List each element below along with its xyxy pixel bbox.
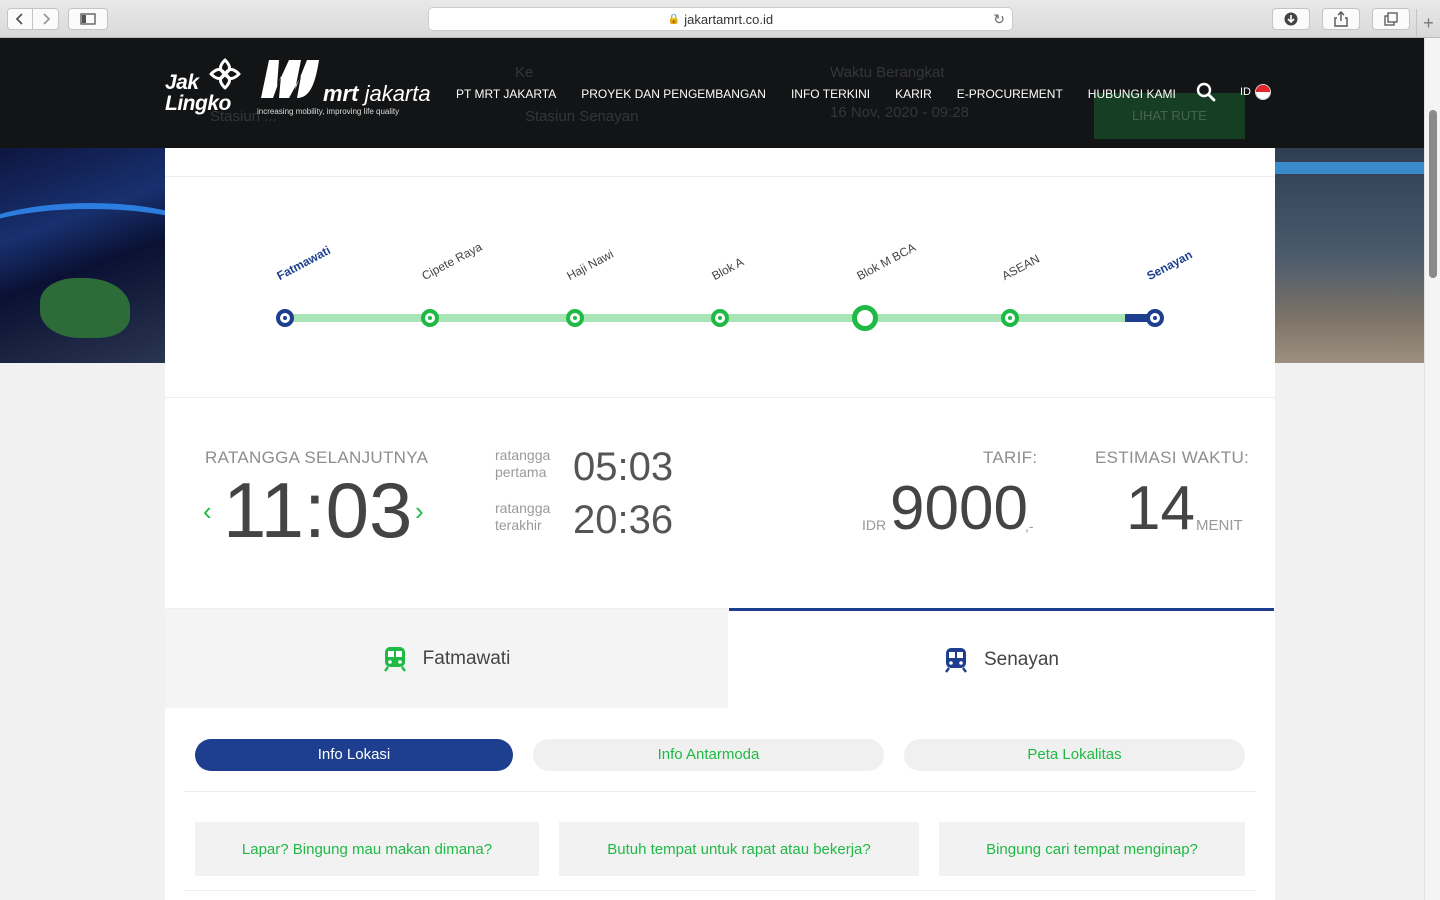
share-icon [1334, 11, 1348, 27]
tab-senayan[interactable]: Senayan [729, 608, 1274, 708]
page-scrollbar[interactable] [1424, 38, 1440, 900]
address-bar[interactable]: 🔒 jakartamrt.co.id ↻ [428, 7, 1013, 31]
chevron-left-icon [15, 13, 23, 25]
mrt-logo-text: mrt jakarta [323, 81, 431, 106]
station-label-asean[interactable]: ASEAN [999, 252, 1041, 283]
language-switcher[interactable]: ID [1240, 84, 1271, 100]
route-line: Fatmawati Cipete Raya Haji Nawi Blok A B… [165, 177, 1275, 397]
tab-senayan-label: Senayan [983, 648, 1059, 670]
station-node-fatmawati[interactable] [276, 309, 294, 327]
train-icon [383, 646, 406, 672]
lock-icon: 🔒 [667, 13, 681, 25]
url-text: jakartamrt.co.id [684, 11, 774, 27]
tab-fatmawati-label: Fatmawati [422, 647, 511, 669]
station-node-senayan[interactable] [1146, 309, 1164, 327]
tab-peta-lokalitas[interactable]: Peta Lokalitas [904, 739, 1245, 771]
jaklingko-emblem-icon [209, 58, 241, 90]
last-train-label: ratangga terakhir [495, 500, 551, 533]
mrt-jakarta-logo[interactable]: mrt jakarta increasing mobility, improvi… [257, 56, 431, 122]
history-nav [7, 8, 59, 30]
last-train-time: 20:36 [573, 498, 674, 542]
next-train-time: 11:03 [223, 466, 413, 554]
station-label-senayan[interactable]: Senayan [1144, 247, 1194, 283]
station-node-blok-m-bca[interactable] [852, 305, 878, 331]
mrt-emblem-icon [261, 60, 319, 98]
info-tabs: Info Lokasi Info Antarmoda Peta Lokalita… [165, 708, 1275, 792]
menu-item-info-terkini[interactable]: INFO TERKINI [791, 87, 870, 101]
question-food[interactable]: Lapar? Bingung mau makan dimana? [195, 822, 539, 876]
download-icon [1284, 12, 1298, 26]
route-card: Fatmawati Cipete Raya Haji Nawi Blok A B… [165, 148, 1275, 900]
tabs-overview-button[interactable] [1372, 8, 1410, 30]
jaklingko-logo-line2: Lingko [165, 92, 231, 115]
first-train-label: ratangga pertama [495, 447, 551, 480]
jaklingko-logo-line1: Jak [165, 71, 199, 94]
site-header: Ke Stasiun ... Stasiun Senayan Waktu Ber… [0, 38, 1424, 148]
station-label-cipete-raya[interactable]: Cipete Raya [419, 240, 484, 283]
jaklingko-logo[interactable]: Jak Lingko [165, 56, 245, 118]
chevron-right-icon [42, 13, 50, 25]
menu-item-pt-mrt-jakarta[interactable]: PT MRT JAKARTA [456, 87, 556, 101]
question-lodging[interactable]: Bingung cari tempat menginap? [939, 822, 1245, 876]
sidebar-toggle-button[interactable] [68, 8, 108, 30]
hero-image-left [0, 148, 165, 363]
station-label-fatmawati[interactable]: Fatmawati [274, 243, 332, 283]
tabs-icon [1384, 12, 1398, 26]
station-node-asean[interactable] [1001, 309, 1019, 327]
station-node-haji-nawi[interactable] [566, 309, 584, 327]
station-label-blok-a[interactable]: Blok A [709, 255, 746, 283]
estimate-value: 14 [1126, 474, 1195, 543]
tab-info-antarmoda[interactable]: Info Antarmoda [533, 739, 884, 771]
search-icon[interactable] [1196, 82, 1216, 102]
hero-image-right [1275, 148, 1424, 363]
menu-item-proyek[interactable]: PROYEK DAN PENGEMBANGAN [581, 87, 766, 101]
scrollbar-thumb[interactable] [1429, 110, 1437, 278]
station-label-blok-m-bca[interactable]: Blok M BCA [854, 240, 918, 283]
main-menu: PT MRT JAKARTA PROYEK DAN PENGEMBANGAN I… [456, 87, 1201, 101]
fare-label: TARIF: [983, 448, 1038, 467]
sidebar-icon [80, 13, 96, 25]
to-station-value: Stasiun Senayan [525, 108, 639, 125]
fare-amount: 9000 [890, 474, 1028, 543]
first-train-time: 05:03 [573, 445, 674, 489]
station-node-blok-a[interactable] [711, 309, 729, 327]
fare-currency: IDR [862, 517, 887, 533]
station-node-cipete-raya[interactable] [421, 309, 439, 327]
reload-icon[interactable]: ↻ [993, 11, 1005, 28]
menu-item-karir[interactable]: KARIR [895, 87, 932, 101]
to-label: Ke [515, 64, 534, 81]
back-button[interactable] [7, 8, 33, 30]
departure-time-label: Waktu Berangkat [830, 64, 945, 81]
toolbar-right [1272, 8, 1410, 30]
downloads-button[interactable] [1272, 8, 1310, 30]
tab-info-lokasi[interactable]: Info Lokasi [195, 739, 513, 771]
station-label-haji-nawi[interactable]: Haji Nawi [564, 247, 615, 283]
next-time-arrow[interactable]: › [415, 498, 424, 524]
language-code: ID [1240, 86, 1251, 98]
indonesia-flag-icon [1255, 84, 1271, 100]
browser-toolbar: 🔒 jakartamrt.co.id ↻ + [0, 0, 1440, 39]
direction-tabs: Fatmawati Senayan [165, 608, 1275, 708]
train-icon [945, 647, 967, 673]
share-button[interactable] [1322, 8, 1360, 30]
departure-time-value: 16 Nov, 2020 - 09:28 [830, 104, 969, 121]
new-tab-button[interactable]: + [1416, 9, 1440, 39]
forward-button[interactable] [33, 8, 59, 30]
fare-suffix: ,- [1025, 518, 1034, 534]
menu-item-hubungi-kami[interactable]: HUBUNGI KAMI [1088, 87, 1176, 101]
estimate-unit: MENIT [1196, 517, 1243, 534]
estimate-label: ESTIMASI WAKTU: [1095, 448, 1250, 467]
menu-item-e-procurement[interactable]: E-PROCUREMENT [957, 87, 1063, 101]
page-viewport: Ke Stasiun ... Stasiun Senayan Waktu Ber… [0, 38, 1424, 900]
next-train-label: RATANGGA SELANJUTNYA [205, 448, 429, 467]
tab-fatmawati[interactable]: Fatmawati [165, 608, 728, 708]
question-workspace[interactable]: Butuh tempat untuk rapat atau bekerja? [559, 822, 919, 876]
prev-time-arrow[interactable]: ‹ [203, 498, 212, 524]
schedule-panel: RATANGGA SELANJUTNYA ‹ 11:03 › ratangga p… [165, 398, 1275, 608]
mrt-tagline: increasing mobility, improving life qual… [257, 107, 400, 116]
